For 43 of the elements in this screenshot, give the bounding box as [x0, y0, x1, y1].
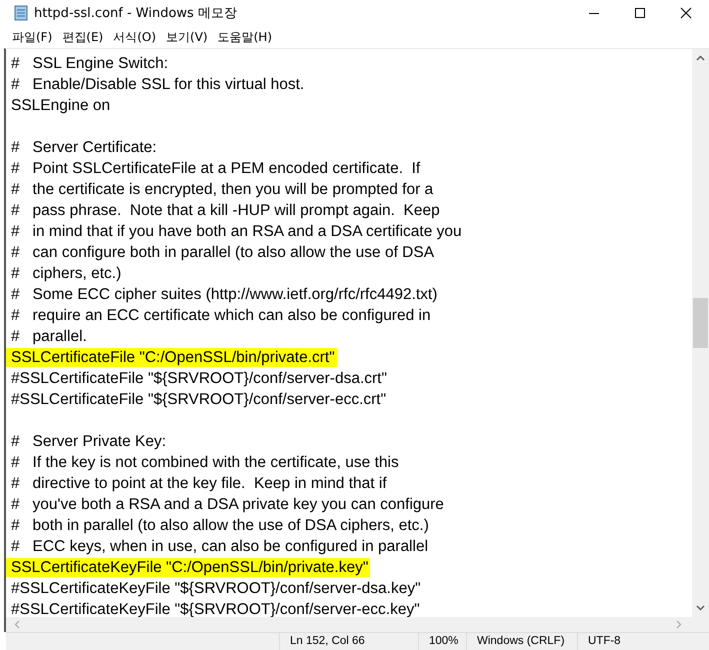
scroll-up-icon[interactable]: [696, 55, 705, 61]
scroll-down-icon[interactable]: [696, 605, 705, 611]
status-text: Ln 152, Col 66: [280, 633, 419, 650]
code-line: # SSL Engine Switch:: [11, 54, 170, 73]
code-line: # If the key is not combined with the certificate, use this: [11, 453, 400, 472]
code-line: # in mind that if you have both an RSA and a DSA certificate you: [11, 222, 463, 241]
code-line: # Enable/Disable SSL for this virtual host.: [11, 75, 306, 94]
code-line: # Server Private Key:: [11, 432, 168, 451]
scroll-thumb[interactable]: [693, 298, 708, 348]
scroll-right-icon[interactable]: [676, 620, 682, 629]
code-line: # Server Certificate:: [11, 138, 158, 157]
code-line: # require an ECC certificate which can also be configured in: [11, 306, 432, 325]
code-line: #SSLCertificateKeyFile "${SRVROOT}/conf/server-dsa.key": [11, 579, 422, 598]
code-line: # ciphers, etc.): [11, 264, 122, 283]
window-title: httpd-ssl.conf - Windows 메모장: [34, 5, 237, 22]
menu-item[interactable]: 도움말(H): [218, 28, 272, 46]
code-line: # you've both a RSA and a DSA private key you can configure: [11, 495, 445, 514]
notepad-icon: [14, 5, 28, 21]
code-line: # ECC keys, when in use, can also be configured in parallel: [11, 537, 430, 556]
menu-item[interactable]: 서식(O): [113, 28, 156, 46]
code-line: # parallel.: [11, 327, 88, 346]
code-line: #SSLCertificateFile "${SRVROOT}/conf/server-ecc.crt": [11, 390, 388, 409]
menu-item[interactable]: 편집(E): [62, 28, 104, 46]
code-line: #SSLCertificateKeyFile "${SRVROOT}/conf/server-ecc.key": [11, 600, 421, 617]
status-text: Windows (CRLF): [467, 633, 578, 650]
code-line: # the certificate is encrypted, then you will be prompted for a: [11, 180, 434, 199]
code-line: SSLEngine on: [11, 96, 112, 115]
code-line: # Some ECC cipher suites (http://www.ietf.org/rfc/rfc4492.txt): [11, 285, 438, 304]
status-text: 100%: [419, 633, 467, 650]
horizontal-scrollbar[interactable]: [4, 617, 709, 632]
menu-item[interactable]: 보기(V): [166, 28, 208, 46]
status-text: UTF-8: [587, 634, 622, 649]
code-line: # Point SSLCertificateFile at a PEM encoded certificate. If: [11, 159, 422, 178]
close-icon: [680, 7, 692, 19]
menu-item[interactable]: 파일(F): [12, 28, 52, 46]
vertical-scrollbar[interactable]: [692, 49, 709, 617]
code-line: # directive to point at the key file. Keep in mind that if: [11, 474, 388, 493]
maximize-icon: [634, 7, 646, 19]
code-line: # both in parallel (to also allow the use of DSA ciphers, etc.): [11, 516, 430, 535]
code-line: #SSLCertificateFile "${SRVROOT}/conf/server-dsa.crt": [11, 369, 388, 388]
scroll-left-icon[interactable]: [14, 620, 20, 629]
code-line: # pass phrase. Note that a kill -HUP will prompt again. Keep: [11, 201, 441, 220]
code-line: # can configure both in parallel (to also allow the use of DSA: [11, 243, 436, 262]
